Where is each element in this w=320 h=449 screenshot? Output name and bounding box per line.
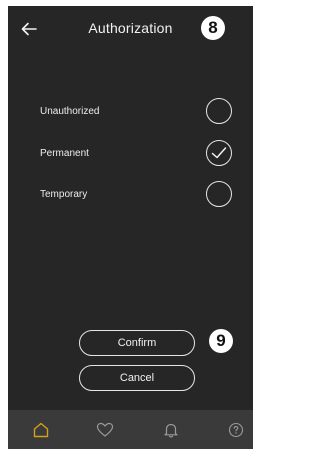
heart-icon <box>96 422 114 437</box>
option-label: Permanent <box>40 148 89 159</box>
cancel-button[interactable]: Cancel <box>79 365 195 391</box>
option-permanent[interactable]: Permanent <box>8 140 253 170</box>
step-badge: 9 <box>209 329 233 353</box>
option-label: Temporary <box>40 189 88 200</box>
bottom-nav <box>8 410 253 449</box>
home-icon <box>33 422 49 438</box>
nav-notifications[interactable] <box>162 421 180 439</box>
radio-button[interactable] <box>206 98 232 124</box>
confirm-button[interactable]: Confirm <box>79 330 195 356</box>
step-badge: 8 <box>201 16 225 40</box>
option-temporary[interactable]: Temporary <box>8 181 253 211</box>
nav-home[interactable] <box>32 421 50 439</box>
authorization-screen: Authorization 8 Unauthorized Permanent T… <box>8 6 253 449</box>
radio-button[interactable] <box>206 140 232 166</box>
option-label: Unauthorized <box>40 106 100 117</box>
bell-icon <box>164 423 178 438</box>
radio-button[interactable] <box>206 181 232 207</box>
nav-help[interactable] <box>227 421 245 439</box>
header: Authorization 8 <box>8 6 253 54</box>
nav-favorites[interactable] <box>96 421 114 439</box>
checkmark-icon <box>211 147 227 159</box>
help-icon <box>228 422 244 438</box>
option-unauthorized[interactable]: Unauthorized <box>8 98 253 128</box>
